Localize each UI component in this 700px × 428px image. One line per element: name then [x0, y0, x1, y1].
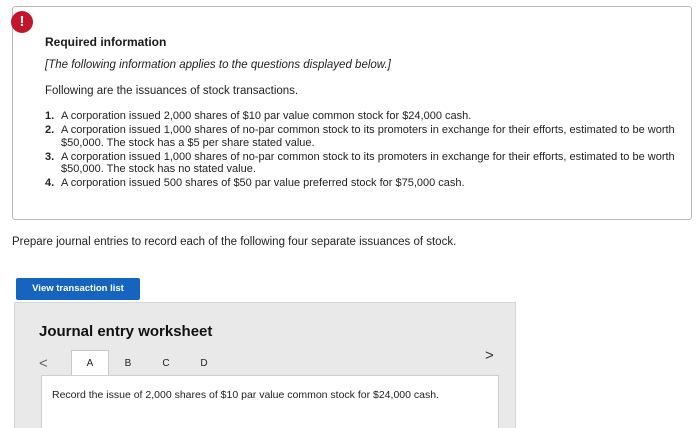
tab-c[interactable]: C: [147, 350, 185, 376]
worksheet-instruction: Record the issue of 2,000 shares of $10 …: [52, 389, 439, 401]
worksheet-tabs: A B C D: [71, 350, 223, 376]
chevron-right-icon[interactable]: >: [485, 347, 494, 364]
list-item: 1. A corporation issued 2,000 shares of …: [45, 110, 685, 123]
view-transaction-list-button[interactable]: View transaction list: [16, 278, 140, 300]
required-info-intro: Following are the issuances of stock tra…: [45, 85, 299, 97]
chevron-left-icon[interactable]: <: [39, 355, 48, 372]
list-item-text: A corporation issued 2,000 shares of $10…: [61, 110, 472, 122]
list-item-text: A corporation issued 1,000 shares of no-…: [61, 124, 675, 149]
list-item-number: 3.: [45, 150, 55, 163]
list-item: 4. A corporation issued 500 shares of $5…: [45, 177, 685, 190]
journal-entry-worksheet: Journal entry worksheet < A B C D > Reco…: [14, 302, 516, 428]
required-info-title: Required information: [45, 35, 167, 49]
required-information-panel: ! Required information [The following in…: [11, 6, 692, 220]
worksheet-panel: Record the issue of 2,000 shares of $10 …: [41, 375, 499, 428]
list-item-text: A corporation issued 500 shares of $50 p…: [61, 177, 465, 190]
transaction-list: 1. A corporation issued 2,000 shares of …: [45, 110, 685, 192]
required-info-note: [The following information applies to th…: [45, 59, 391, 71]
exclamation-circle-icon: !: [11, 11, 33, 33]
list-item: 3. A corporation issued 1,000 shares of …: [45, 151, 685, 176]
question-prompt: Prepare journal entries to record each o…: [12, 236, 457, 248]
worksheet-title: Journal entry worksheet: [39, 323, 213, 340]
tab-a[interactable]: A: [71, 350, 109, 376]
list-item-number: 4.: [45, 177, 55, 190]
list-item: 2. A corporation issued 1,000 shares of …: [45, 124, 685, 149]
tab-d[interactable]: D: [185, 350, 223, 376]
tab-b[interactable]: B: [109, 350, 147, 376]
list-item-number: 1.: [45, 110, 55, 122]
list-item-number: 2.: [45, 124, 55, 137]
list-item-text: A corporation issued 1,000 shares of no-…: [61, 150, 675, 176]
